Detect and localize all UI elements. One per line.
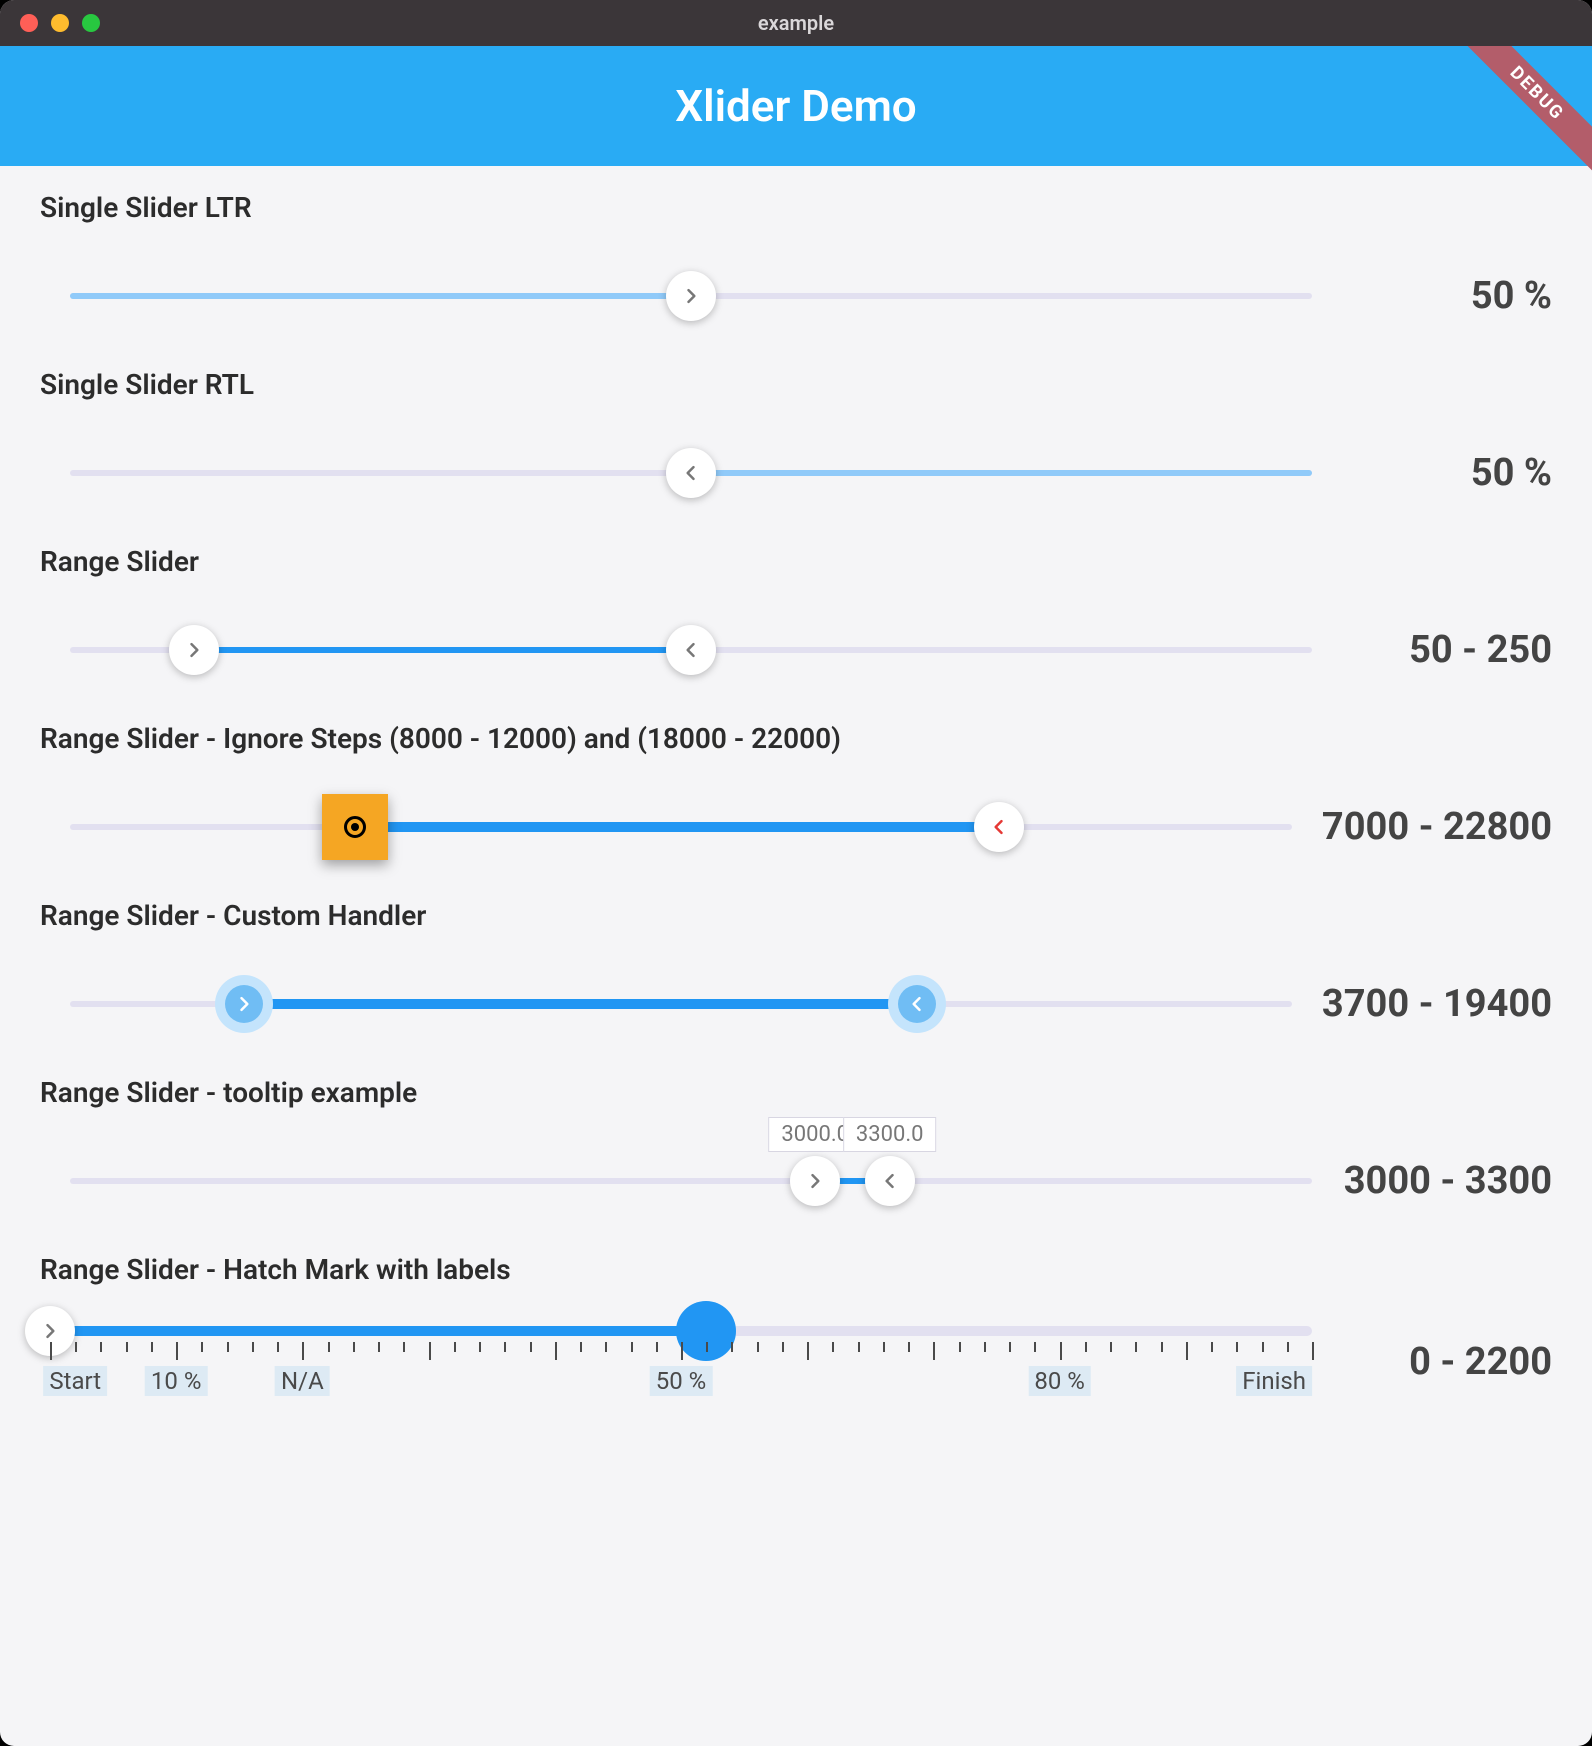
- section-label: Single Slider LTR: [40, 191, 1552, 224]
- slider-handle-single-rtl[interactable]: [666, 448, 716, 498]
- slider-handle-custom-high[interactable]: [888, 975, 946, 1033]
- slider-value-single-rtl: 50 %: [1342, 451, 1552, 495]
- slider-value-tooltip: 3000 - 3300: [1342, 1159, 1552, 1203]
- section-label: Range Slider - Hatch Mark with labels: [40, 1253, 1552, 1286]
- section-range: Range Slider 50 - 250: [40, 545, 1552, 672]
- hatch-label-50: 50 %: [650, 1366, 713, 1396]
- slider-value-range: 50 - 250: [1342, 628, 1552, 672]
- slider-fill: [691, 470, 1312, 476]
- section-label: Range Slider - Custom Handler: [40, 899, 1552, 932]
- slider-handle-custom-low[interactable]: [215, 975, 273, 1033]
- hatch-label-80: 80 %: [1028, 1366, 1091, 1396]
- section-tooltip: Range Slider - tooltip example 3000.0 33…: [40, 1076, 1552, 1203]
- slider-value-hatch: 0 - 2200: [1342, 1340, 1552, 1384]
- chevron-left-icon: [681, 640, 701, 660]
- section-ignore-steps: Range Slider - Ignore Steps (8000 - 1200…: [40, 722, 1552, 849]
- section-label: Range Slider - tooltip example: [40, 1076, 1552, 1109]
- titlebar: example: [0, 0, 1592, 46]
- slider-track-single-rtl[interactable]: [70, 470, 1312, 476]
- app-title: Xlider Demo: [675, 80, 916, 132]
- slider-track-tooltip[interactable]: 3000.0 3300.0: [70, 1178, 1312, 1184]
- chevron-right-icon: [681, 286, 701, 306]
- slider-track-hatch[interactable]: [50, 1326, 1312, 1336]
- hatch-label-10: 10 %: [145, 1366, 208, 1396]
- slider-track-ignore[interactable]: [70, 824, 1292, 830]
- slider-value-ignore: 7000 - 22800: [1322, 805, 1552, 849]
- content: Single Slider LTR 50 % Single Slider RTL: [0, 166, 1592, 1428]
- slider-handle-ignore-high[interactable]: [974, 802, 1024, 852]
- section-label: Range Slider - Ignore Steps (8000 - 1200…: [40, 722, 1552, 755]
- debug-ribbon-label: DEBUG: [1452, 46, 1592, 182]
- slider-value-custom: 3700 - 19400: [1322, 982, 1552, 1026]
- section-hatch: Range Slider - Hatch Mark with labels St…: [40, 1253, 1552, 1398]
- slider-fill: [244, 999, 917, 1009]
- slider-tooltip-high: 3300.0: [843, 1117, 937, 1152]
- hatch-label-start: Start: [43, 1366, 107, 1396]
- hatch-label-finish: Finish: [1236, 1366, 1312, 1396]
- hatch-marks: [50, 1342, 1312, 1362]
- slider-fill: [70, 293, 691, 299]
- slider-fill: [194, 647, 691, 653]
- chevron-right-icon: [184, 640, 204, 660]
- slider-handle-tooltip-low[interactable]: [790, 1156, 840, 1206]
- hatch-labels: Start 10 % N/A 50 % 80 % Finish: [50, 1366, 1312, 1398]
- slider-fill: [355, 822, 999, 832]
- window-title: example: [0, 11, 1592, 35]
- slider-fill: [50, 1326, 706, 1336]
- slider-track-range[interactable]: [70, 647, 1312, 653]
- chevron-left-icon: [907, 994, 927, 1014]
- target-icon: [344, 816, 366, 838]
- hatch-label-na: N/A: [275, 1366, 330, 1396]
- chevron-left-icon: [989, 817, 1009, 837]
- chevron-right-icon: [40, 1321, 60, 1341]
- app-window: example Xlider Demo DEBUG Single Slider …: [0, 0, 1592, 1746]
- slider-track-single-ltr[interactable]: [70, 293, 1312, 299]
- slider-handle-range-high[interactable]: [666, 625, 716, 675]
- maximize-window-button[interactable]: [82, 14, 100, 32]
- section-label: Single Slider RTL: [40, 368, 1552, 401]
- section-single-ltr: Single Slider LTR 50 %: [40, 191, 1552, 318]
- chevron-left-icon: [880, 1171, 900, 1191]
- debug-ribbon: DEBUG: [1452, 46, 1592, 186]
- chevron-right-icon: [234, 994, 254, 1014]
- slider-handle-range-low[interactable]: [169, 625, 219, 675]
- close-window-button[interactable]: [20, 14, 38, 32]
- slider-handle-ignore-low[interactable]: [322, 794, 388, 860]
- chevron-left-icon: [681, 463, 701, 483]
- section-custom-handler: Range Slider - Custom Handler 3700 - 194…: [40, 899, 1552, 1026]
- section-single-rtl: Single Slider RTL 50 %: [40, 368, 1552, 495]
- slider-handle-tooltip-high[interactable]: [865, 1156, 915, 1206]
- window-controls: [0, 14, 100, 32]
- slider-handle-single-ltr[interactable]: [666, 271, 716, 321]
- app-bar: Xlider Demo DEBUG: [0, 46, 1592, 166]
- slider-track-custom[interactable]: [70, 1001, 1292, 1007]
- section-label: Range Slider: [40, 545, 1552, 578]
- slider-value-single-ltr: 50 %: [1342, 274, 1552, 318]
- chevron-right-icon: [805, 1171, 825, 1191]
- minimize-window-button[interactable]: [51, 14, 69, 32]
